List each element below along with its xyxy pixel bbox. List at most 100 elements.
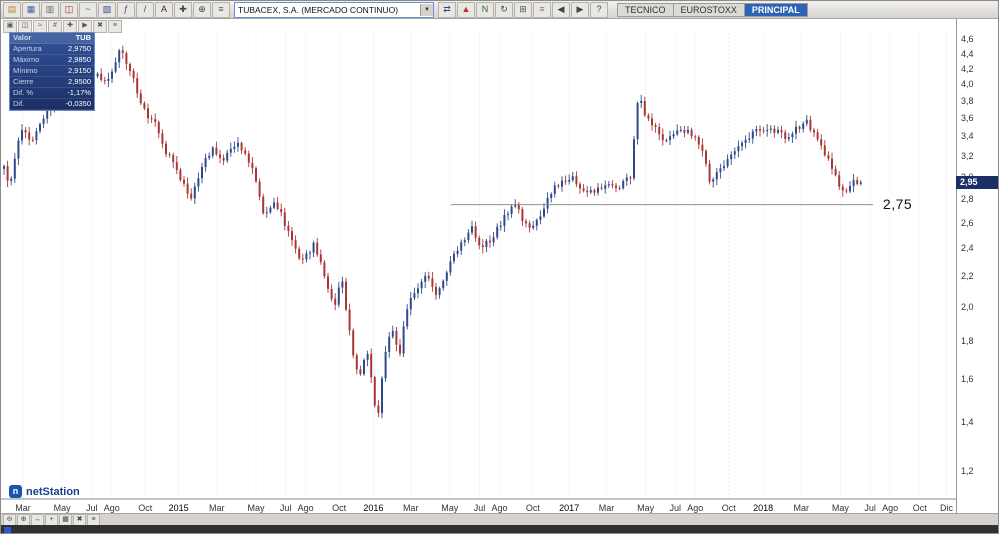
- back-icon[interactable]: ◀: [552, 2, 570, 18]
- symbol-selector[interactable]: TUBACEX, S.A. (MERCADO CONTINUO) ▼: [234, 2, 434, 18]
- open-icon[interactable]: ▤: [3, 2, 21, 18]
- help-icon[interactable]: ?: [590, 2, 608, 18]
- legend-label: Máximo: [13, 55, 39, 65]
- last-price-tag: 2,95: [956, 176, 999, 189]
- legend-row: Mínimo 2,9150: [10, 66, 94, 77]
- bottom-toolbar: ⊖⊕↔+▦✖≡: [1, 513, 999, 525]
- price-axis-label: 1,6: [961, 374, 974, 384]
- toolbar-right-icons: ⇄▲N↻⊞≡◀▶?: [438, 2, 608, 18]
- price-axis-label: 4,2: [961, 64, 974, 74]
- price-axis-label: 3,4: [961, 131, 974, 141]
- indicator-icon[interactable]: ƒ: [117, 2, 135, 18]
- x-axis-label: Oct: [526, 503, 541, 513]
- grid-toggle-icon[interactable]: ▦: [59, 514, 72, 526]
- bar-chart-icon[interactable]: ▧: [98, 2, 116, 18]
- legend-label: Dif. %: [13, 88, 33, 98]
- price-axis-label: 2,2: [961, 271, 974, 281]
- workspace-tabs: TECNICOEUROSTOXXPRINCIPAL: [617, 3, 808, 17]
- legend-row: Cierre 2,9500: [10, 77, 94, 88]
- x-axis-label: Ago: [882, 503, 898, 513]
- price-axis-label: 2,0: [961, 302, 974, 312]
- x-axis-label: Oct: [138, 503, 153, 513]
- statusbar-chip: [4, 527, 11, 534]
- candlestick-chart[interactable]: MarMayJulAgoOct2015MarMayJulAgoOct2016Ma…: [1, 19, 956, 513]
- x-axis-label: May: [637, 503, 655, 513]
- x-axis-label: Ago: [687, 503, 703, 513]
- trendline-icon[interactable]: /: [136, 2, 154, 18]
- price-axis-label: 1,4: [961, 417, 974, 427]
- pan-icon[interactable]: +: [45, 514, 58, 526]
- legend-value: 2,9850: [68, 55, 91, 65]
- x-axis-label: May: [832, 503, 850, 513]
- refresh-icon[interactable]: ↻: [495, 2, 513, 18]
- zoom-out-icon[interactable]: ⊖: [3, 514, 16, 526]
- top-toolbar: ▤▦▥◫~▧ƒ/A✚⊕≡ TUBACEX, S.A. (MERCADO CONT…: [1, 1, 999, 19]
- save-icon[interactable]: ▦: [22, 2, 40, 18]
- x-axis-label: 2018: [753, 503, 773, 513]
- tab-eurostoxx[interactable]: EUROSTOXX: [674, 3, 745, 17]
- legend-row: Dif. % -1,17%: [10, 88, 94, 99]
- x-axis-label: Jul: [474, 503, 486, 513]
- fit-width-icon[interactable]: ↔: [31, 514, 44, 526]
- tab-principal[interactable]: PRINCIPAL: [745, 3, 808, 17]
- legend-row: Dif.-0,0350: [10, 99, 94, 110]
- settings-icon[interactable]: ≡: [212, 2, 230, 18]
- clear-icon[interactable]: ✖: [73, 514, 86, 526]
- chart-panel: ▣◫≈#✚▶✖≡ ValorTUBApertura2,9750Máximo2,9…: [1, 19, 999, 513]
- legend-label: Valor: [13, 33, 31, 43]
- legend-value: 2,9750: [68, 44, 91, 54]
- forward-icon[interactable]: ▶: [571, 2, 589, 18]
- symbol-selector-value: TUBACEX, S.A. (MERCADO CONTINUO): [235, 5, 420, 15]
- price-axis-label: 2,8: [961, 194, 974, 204]
- zoom-in-icon[interactable]: ⊕: [17, 514, 30, 526]
- legend-row: Máximo 2,9850: [10, 55, 94, 66]
- menu-icon[interactable]: ≡: [108, 20, 122, 33]
- layout-icon[interactable]: ⊞: [514, 2, 532, 18]
- x-axis-label: May: [54, 503, 72, 513]
- legend-value: 2,9150: [68, 66, 91, 76]
- compare-icon[interactable]: ⇄: [438, 2, 456, 18]
- legend-label: Cierre: [13, 77, 33, 87]
- x-axis-label: 2017: [559, 503, 579, 513]
- legend-row: Apertura2,9750: [10, 44, 94, 55]
- price-axis-label: 1,2: [961, 466, 974, 476]
- erase-icon[interactable]: ✖: [93, 20, 107, 33]
- x-axis-label: Mar: [403, 503, 419, 513]
- x-axis-label: Oct: [913, 503, 928, 513]
- legend-value: TUB: [76, 33, 91, 43]
- legend-label: Mínimo: [13, 66, 38, 76]
- news-icon[interactable]: N: [476, 2, 494, 18]
- text-tool-icon[interactable]: A: [155, 2, 173, 18]
- tab-tecnico[interactable]: TECNICO: [617, 3, 674, 17]
- print-icon[interactable]: ▥: [41, 2, 59, 18]
- zoom-in-icon[interactable]: ⊕: [193, 2, 211, 18]
- price-axis-label: 4,0: [961, 79, 974, 89]
- legend-value: -1,17%: [67, 88, 91, 98]
- x-axis-label: Ago: [104, 503, 120, 513]
- alert-icon[interactable]: ▲: [457, 2, 475, 18]
- candlestick-chart-icon[interactable]: ◫: [60, 2, 78, 18]
- toolbar-left-icons: ▤▦▥◫~▧ƒ/A✚⊕≡: [3, 2, 230, 18]
- x-axis-label: Oct: [722, 503, 737, 513]
- x-axis-label: Mar: [209, 503, 225, 513]
- price-axis-label: 1,8: [961, 336, 974, 346]
- x-axis-label: Mar: [15, 503, 31, 513]
- price-axis-label: 2,4: [961, 243, 974, 253]
- netstation-logo-icon: n: [9, 485, 22, 498]
- x-axis-label: 2015: [169, 503, 189, 513]
- x-axis-label: Dic: [940, 503, 953, 513]
- line-chart-icon[interactable]: ~: [79, 2, 97, 18]
- chevron-down-icon[interactable]: ▼: [420, 4, 433, 16]
- support-price-label: 2,75: [883, 196, 912, 212]
- chart-menu-icon[interactable]: ≡: [87, 514, 100, 526]
- crosshair-icon[interactable]: ✚: [174, 2, 192, 18]
- legend-value: 2,9500: [68, 77, 91, 87]
- x-axis-label: Jul: [280, 503, 292, 513]
- x-axis-label: Mar: [794, 503, 810, 513]
- x-axis-label: May: [441, 503, 459, 513]
- price-axis[interactable]: 4,64,44,24,03,83,63,43,23,02,82,62,42,22…: [956, 19, 999, 513]
- price-axis-label: 4,4: [961, 49, 974, 59]
- watchlist-icon[interactable]: ≡: [533, 2, 551, 18]
- price-axis-label: 3,6: [961, 113, 974, 123]
- x-axis-label: May: [247, 503, 265, 513]
